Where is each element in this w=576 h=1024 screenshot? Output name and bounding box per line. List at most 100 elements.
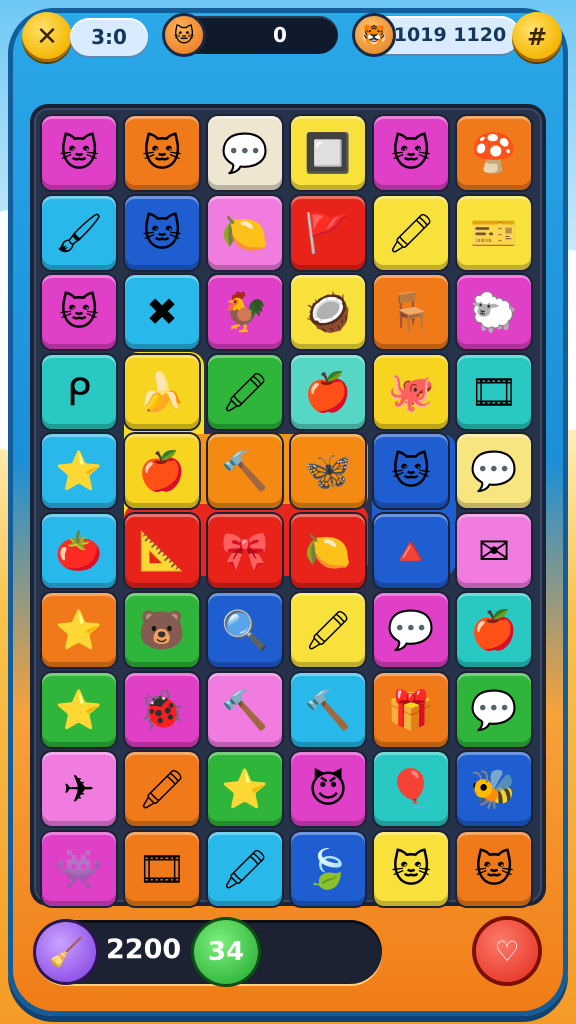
tile-r8-c1[interactable]: ⭐ [42,672,116,747]
tile-icon: 🐝 [470,767,518,811]
tile-r6-c5[interactable]: 🔺 [374,513,448,588]
menu-button[interactable]: # [512,12,562,62]
tile-icon: 🎞 [137,846,187,891]
tile-r2-c3[interactable]: 🍋 [208,195,282,270]
tile-icon: 🥥 [304,290,352,334]
tile-r3-c1[interactable]: 🐱 [42,275,116,349]
tile-r1-c4[interactable]: 🔲 [291,116,365,190]
tile-icon: 🎞 [469,369,519,414]
tile-r4-c3[interactable]: 🖍 [208,354,282,429]
tile-icon: 🎁 [387,687,435,732]
tile-icon: 🐻 [138,608,186,652]
tile-r7-c3[interactable]: 🔍 [208,593,282,667]
tile-r5-c5[interactable]: 🐱 [374,434,448,508]
left-counter-label: 3:0 [91,25,127,49]
tile-r2-c5[interactable]: 🖍 [374,195,448,270]
tile-r9-c6[interactable]: 🐝 [457,752,531,826]
tile-icon: ᑭ [67,369,91,414]
tile-r2-c2[interactable]: 🐱 [125,195,199,270]
tile-r7-c4[interactable]: 🖍 [291,593,365,667]
tile-icon: 🐓 [221,290,269,334]
tile-r2-c4[interactable]: 🚩 [291,195,365,270]
tile-icon: 🐱 [59,131,99,175]
tile-r8-c4[interactable]: 🔨 [291,672,365,747]
tile-r3-c5[interactable]: 🪑 [374,275,448,349]
tile-icon: 🍋 [304,528,352,573]
tile-icon: 🦋 [304,449,352,493]
tile-icon: 🪑 [387,290,435,334]
left-counter: 3:0 [70,18,148,56]
tile-r2-c1[interactable]: 🖌 [42,195,116,270]
tile-r5-c2[interactable]: 🍎 [125,434,199,508]
tile-r1-c5[interactable]: 🐱 [374,116,448,190]
tile-icon: 🐱 [474,846,514,891]
tile-r7-c5[interactable]: 💬 [374,593,448,667]
tile-r1-c1[interactable]: 🐱 [42,116,116,190]
tile-icon: 😈 [308,767,348,811]
tile-r7-c1[interactable]: ⭐ [42,593,116,667]
tile-r3-c2[interactable]: ✖ [125,275,199,349]
tile-icon: 🖍 [386,210,436,255]
tile-r6-c3[interactable]: 🎀 [208,513,282,588]
tile-r9-c1[interactable]: ✈ [42,752,116,826]
tile-r7-c6[interactable]: 🍎 [457,593,531,667]
tile-r3-c4[interactable]: 🥥 [291,275,365,349]
tile-icon: 🚩 [304,210,352,255]
tile-r8-c6[interactable]: 💬 [457,672,531,747]
tile-icon: 🖌 [54,210,104,255]
tile-icon: 🐱 [391,131,431,175]
tile-r5-c1[interactable]: ⭐ [42,434,116,508]
tile-r5-c4[interactable]: 🦋 [291,434,365,508]
tile-r1-c2[interactable]: 🐱 [125,116,199,190]
tile-icon: 🔲 [304,131,352,175]
heart-button[interactable]: ♡ [476,920,538,982]
tile-r10-c1[interactable]: 👾 [42,831,116,906]
tile-r9-c3[interactable]: ⭐ [208,752,282,826]
tile-r9-c2[interactable]: 🖍 [125,752,199,826]
tile-r7-c2[interactable]: 🐻 [125,593,199,667]
tile-icon: 🔨 [221,687,269,732]
tile-r6-c6[interactable]: ✉ [457,513,531,588]
tile-r5-c3[interactable]: 🔨 [208,434,282,508]
tile-r8-c3[interactable]: 🔨 [208,672,282,747]
moves-value: 34 [207,937,245,967]
tile-icon: 🐞 [138,687,186,732]
tile-r6-c4[interactable]: 🍋 [291,513,365,588]
tile-r4-c1[interactable]: ᑭ [42,354,116,429]
tile-r8-c5[interactable]: 🎁 [374,672,448,747]
tile-r10-c2[interactable]: 🎞 [125,831,199,906]
tile-icon: 🐱 [142,131,182,175]
tile-icon: 🔍 [221,608,269,652]
tile-icon: 🍎 [304,369,352,414]
tile-r10-c3[interactable]: 🖍 [208,831,282,906]
tile-r4-c4[interactable]: 🍎 [291,354,365,429]
tile-r4-c6[interactable]: 🎞 [457,354,531,429]
tile-r1-c6[interactable]: 🍄 [457,116,531,190]
booster-button[interactable]: 🧹 [36,922,96,982]
tile-r10-c5[interactable]: 🐱 [374,831,448,906]
tile-icon: 🔨 [304,687,352,732]
tile-r9-c5[interactable]: 🎈 [374,752,448,826]
tile-icon: 💬 [470,449,518,493]
coins-value: 1019 1120 [393,24,507,46]
close-icon: ✕ [36,22,58,52]
tile-icon: 🐱 [59,290,99,334]
tile-r10-c4[interactable]: 🍃 [291,831,365,906]
tile-r8-c2[interactable]: 🐞 [125,672,199,747]
tile-r6-c2[interactable]: 📐 [125,513,199,588]
tile-icon: 🖍 [137,767,187,811]
close-button[interactable]: ✕ [22,12,72,62]
tile-r9-c4[interactable]: 😈 [291,752,365,826]
tile-r4-c2[interactable]: 🍌 [125,354,199,429]
tile-icon: 🖍 [303,608,353,652]
tile-r5-c6[interactable]: 💬 [457,434,531,508]
tile-r6-c1[interactable]: 🍅 [42,513,116,588]
tile-r10-c6[interactable]: 🐱 [457,831,531,906]
tile-r3-c6[interactable]: 🐑 [457,275,531,349]
tile-r2-c6[interactable]: 🎫 [457,195,531,270]
tile-icon: 🍎 [138,449,186,493]
player-avatar[interactable]: 🐱 [162,13,206,57]
tile-r4-c5[interactable]: 🐙 [374,354,448,429]
tile-r1-c3[interactable]: 💬 [208,116,282,190]
tile-r3-c3[interactable]: 🐓 [208,275,282,349]
